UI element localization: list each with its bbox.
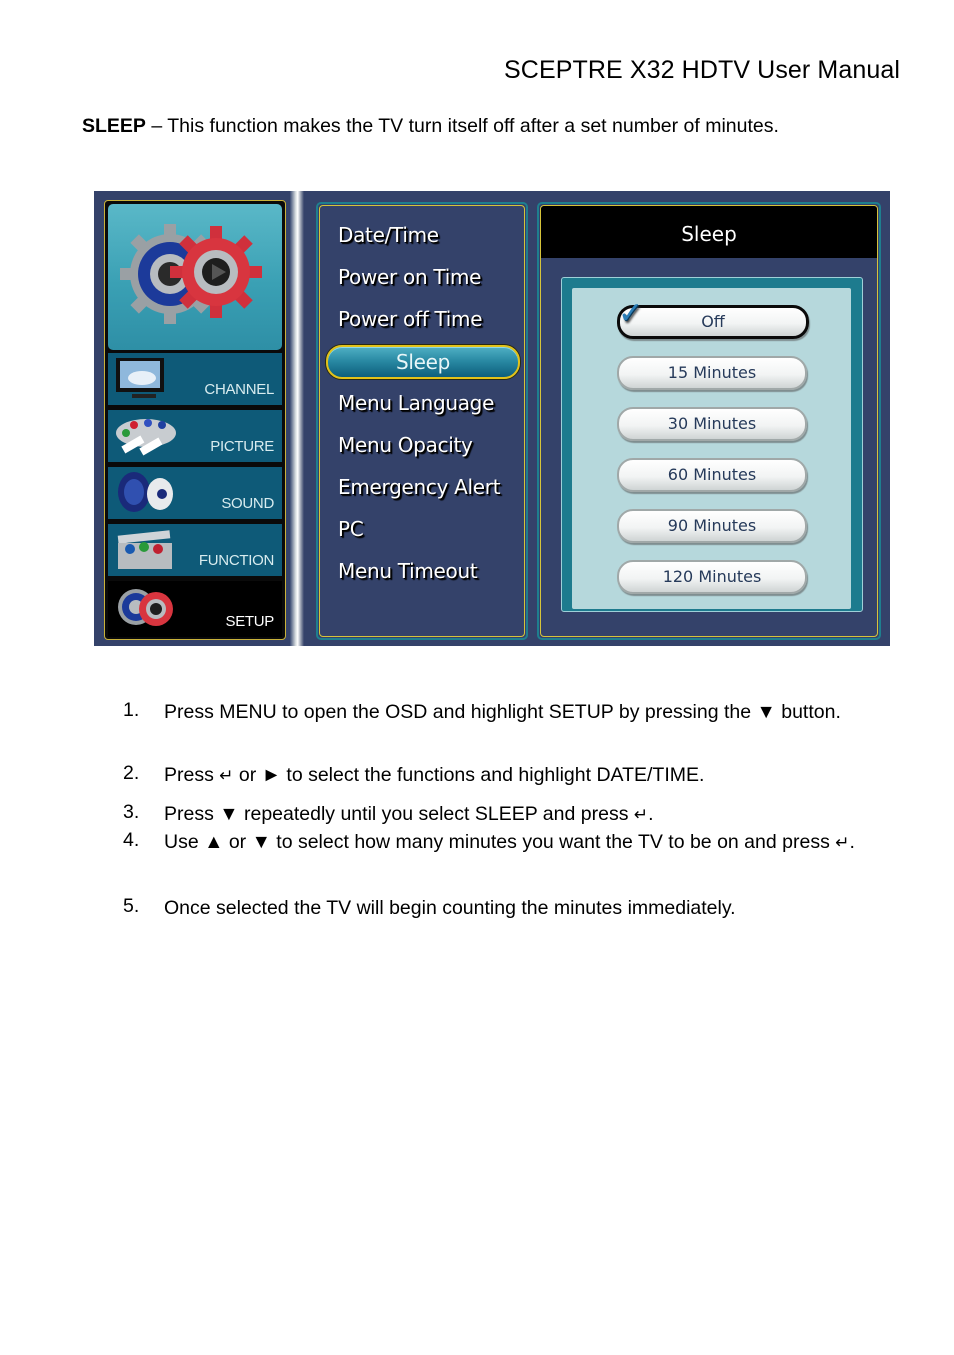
option-label: 30 Minutes xyxy=(667,414,757,433)
enter-key-icon: ↵ xyxy=(219,766,234,786)
toolbox-icon xyxy=(117,530,172,569)
step-number: 1. xyxy=(123,699,140,721)
sleep-options-frame: ✓ Off 15 Minutes 30 Minutes 60 Minutes 9… xyxy=(561,277,863,612)
nav-item-channel[interactable]: CHANNEL xyxy=(108,353,282,405)
osd-screenshot: CHANNEL PICTURE SOUND FUNCTION SETUP Dat… xyxy=(94,191,890,646)
step-number: 4. xyxy=(123,829,140,851)
menu-item-sleep-selected[interactable]: Sleep xyxy=(326,345,520,379)
nav-item-function[interactable]: FUNCTION xyxy=(108,524,282,576)
option-label: Off xyxy=(701,312,725,331)
menu-item-power-on-time[interactable]: Power on Time xyxy=(338,265,481,289)
intro-term: SLEEP xyxy=(82,115,146,137)
step-number: 5. xyxy=(123,895,140,917)
enter-key-icon: ↵ xyxy=(835,833,850,853)
sleep-option-90-minutes[interactable]: 90 Minutes xyxy=(617,509,807,543)
palette-icon xyxy=(116,419,176,456)
nav-item-setup[interactable]: SETUP xyxy=(108,581,282,637)
menu-item-menu-timeout[interactable]: Menu Timeout xyxy=(338,559,478,583)
nav-item-label: FUNCTION xyxy=(198,552,274,569)
step-text: Press MENU to open the OSD and highlight… xyxy=(164,701,841,723)
intro-paragraph: SLEEP – This function makes the TV turn … xyxy=(82,115,779,138)
step-number: 3. xyxy=(123,801,140,823)
sleep-options-list: ✓ Off 15 Minutes 30 Minutes 60 Minutes 9… xyxy=(572,288,851,609)
tv-icon xyxy=(116,358,164,398)
option-label: 90 Minutes xyxy=(667,516,757,535)
checkmark-icon: ✓ xyxy=(618,296,644,331)
panel-title: Sleep xyxy=(541,206,877,258)
osd-nav: CHANNEL PICTURE SOUND FUNCTION SETUP xyxy=(104,200,286,640)
option-label: 120 Minutes xyxy=(662,567,762,586)
speaker-icon xyxy=(118,472,173,512)
panel-divider xyxy=(290,191,304,646)
sleep-option-15-minutes[interactable]: 15 Minutes xyxy=(617,356,807,390)
step-text: Once selected the TV will begin counting… xyxy=(164,897,736,919)
sleep-option-30-minutes[interactable]: 30 Minutes xyxy=(617,407,807,441)
sleep-option-60-minutes[interactable]: 60 Minutes xyxy=(617,458,807,492)
nav-item-label: SOUND xyxy=(221,495,274,512)
nav-item-label: PICTURE xyxy=(210,438,274,455)
menu-item-power-off-time[interactable]: Power off Time xyxy=(338,307,483,331)
sleep-option-off[interactable]: ✓ Off xyxy=(617,299,809,339)
step-number: 2. xyxy=(123,762,140,784)
menu-item-pc[interactable]: PC xyxy=(338,517,364,541)
menu-item-menu-language[interactable]: Menu Language xyxy=(338,391,494,415)
menu-item-menu-opacity[interactable]: Menu Opacity xyxy=(338,433,473,457)
nav-item-sound[interactable]: SOUND xyxy=(108,467,282,519)
nav-item-picture[interactable]: PICTURE xyxy=(108,410,282,462)
option-label: 15 Minutes xyxy=(667,363,757,382)
step-text: Press ↵ or ► to select the functions and… xyxy=(164,762,894,789)
menu-item-emergency-alert[interactable]: Emergency Alert xyxy=(338,475,501,499)
step-text: Use ▲ or ▼ to select how many minutes yo… xyxy=(164,824,894,861)
page-header-title: SCEPTRE X32 HDTV User Manual xyxy=(504,56,900,84)
menu-item-date-time[interactable]: Date/Time xyxy=(338,223,439,247)
setup-hero-gears-icon xyxy=(108,204,282,350)
setup-menu: Date/Time Power on Time Power off Time S… xyxy=(316,202,528,640)
intro-text: – This function makes the TV turn itself… xyxy=(145,115,779,137)
gears-icon xyxy=(118,589,173,626)
option-label: 60 Minutes xyxy=(667,465,757,484)
sleep-option-120-minutes[interactable]: 120 Minutes xyxy=(617,560,807,594)
nav-item-label: SETUP xyxy=(225,613,274,630)
nav-item-label: CHANNEL xyxy=(204,381,274,398)
sleep-panel: Sleep ✓ Off 15 Minutes 30 Minutes 60 Min… xyxy=(537,202,881,640)
